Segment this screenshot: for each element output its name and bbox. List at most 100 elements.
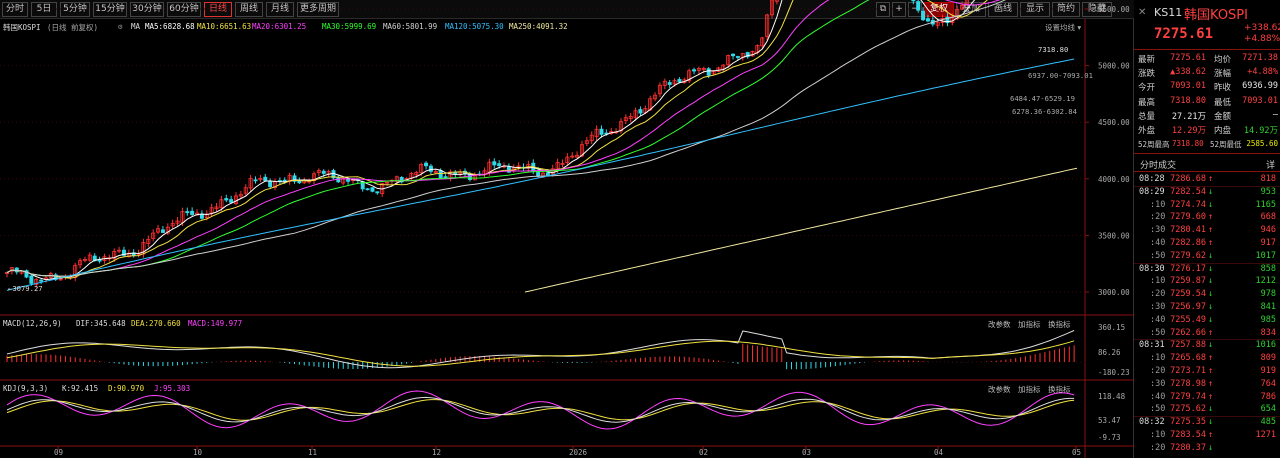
candle-body bbox=[921, 10, 926, 21]
ma-legend-item: MA120:5075.30 bbox=[445, 22, 504, 31]
trade-volume: 841 bbox=[1260, 302, 1276, 312]
quote-label: 52周最高 bbox=[1138, 140, 1170, 149]
quote-label: 今开 bbox=[1138, 83, 1156, 94]
y-tick-label: 5500.00 bbox=[1098, 5, 1130, 14]
candle-body bbox=[375, 191, 380, 194]
candle-body bbox=[667, 82, 672, 85]
trade-row: :10 7265.68 ↑ 809 bbox=[1138, 353, 1280, 365]
y-tick-label: 4000.00 bbox=[1098, 175, 1130, 184]
ma-settings-button[interactable]: 设置均线 ▾ bbox=[1045, 22, 1081, 33]
trade-time: :10 bbox=[1150, 353, 1166, 364]
trade-arrow-icon: ↑ bbox=[1208, 378, 1214, 389]
trade-volume: 818 bbox=[1260, 174, 1276, 184]
range-annotation: 6484.47-6529.19 bbox=[1010, 94, 1075, 103]
trade-time: :30 bbox=[1150, 378, 1166, 389]
trade-time: :10 bbox=[1150, 199, 1166, 210]
ma250-line bbox=[524, 167, 1078, 293]
trade-volume: 764 bbox=[1260, 378, 1276, 389]
candle-body bbox=[599, 128, 604, 135]
trade-arrow-icon: ↓ bbox=[1208, 442, 1214, 453]
quote-price: 7275.61 bbox=[1154, 26, 1214, 42]
candle-body bbox=[282, 179, 287, 182]
quote-label: 最低 bbox=[1214, 97, 1232, 108]
trade-time: :40 bbox=[1150, 238, 1166, 248]
macd-add-indicator-button[interactable]: 加指标 bbox=[1018, 319, 1041, 330]
kdj-y-label: 118.48 bbox=[1098, 392, 1126, 401]
macd-change-params-button[interactable]: 改参数 bbox=[988, 319, 1011, 330]
trade-time: :10 bbox=[1150, 430, 1166, 440]
candle-body bbox=[428, 165, 433, 172]
trade-volume: 1017 bbox=[1255, 250, 1276, 261]
trade-row: :40 7282.86 ↑ 917 bbox=[1138, 238, 1280, 250]
candle-body bbox=[545, 172, 550, 176]
candle-body bbox=[185, 211, 190, 214]
ma-settings-label: 设置均线 bbox=[1045, 23, 1075, 32]
trade-time: :50 bbox=[1150, 250, 1166, 261]
ma-legend-item: MA5:6828.68 bbox=[145, 22, 195, 31]
trade-time: 08:28 bbox=[1139, 174, 1165, 184]
candle-body bbox=[160, 229, 165, 233]
kdj-k: K:92.415 bbox=[62, 384, 99, 393]
trade-time: :30 bbox=[1150, 225, 1166, 236]
quote-label: 最高 bbox=[1138, 97, 1156, 108]
quote-row: 总量 27.21万 金额 — bbox=[1138, 110, 1280, 122]
trade-row: :20 7280.37 ↓ bbox=[1138, 443, 1280, 455]
y-tick-label: 4500.00 bbox=[1098, 118, 1130, 127]
trade-row: :20 7273.71 ↑ 919 bbox=[1138, 366, 1280, 378]
quote-value: 12.29万 bbox=[1171, 126, 1206, 136]
candle-body bbox=[911, 0, 916, 2]
ma30-line bbox=[6, 0, 870, 277]
trade-arrow-icon: ↓ bbox=[1208, 276, 1214, 287]
candle-body bbox=[735, 56, 740, 58]
trade-row: :10 7274.74 ↓ 1165 bbox=[1138, 200, 1280, 212]
trade-volume: 985 bbox=[1260, 314, 1276, 325]
trade-price: 7257.88 bbox=[1170, 340, 1206, 351]
trade-price: 7262.66 bbox=[1170, 327, 1206, 338]
x-tick-label: 10 bbox=[193, 448, 203, 457]
trade-volume: 809 bbox=[1260, 353, 1276, 364]
trade-row: :30 7280.41 ↑ 946 bbox=[1138, 225, 1280, 237]
close-icon[interactable]: ✕ bbox=[1138, 7, 1146, 18]
trade-arrow-icon: ↑ bbox=[1208, 238, 1214, 248]
macd-y-label: -180.23 bbox=[1098, 368, 1130, 377]
settings-gear-icon[interactable]: ⚙ bbox=[118, 22, 123, 31]
trade-time: 08:32 bbox=[1139, 417, 1165, 428]
kdj-change-params-button[interactable]: 改参数 bbox=[988, 384, 1011, 395]
kdj-y-label: 53.47 bbox=[1098, 416, 1121, 425]
quote-change: +338.62 bbox=[1244, 23, 1280, 33]
trading-app: { "periods":[ {"label":"分时","active":fal… bbox=[0, 0, 1280, 458]
trade-volume: 919 bbox=[1260, 366, 1276, 376]
candle-body bbox=[253, 179, 258, 182]
trade-time: :50 bbox=[1150, 327, 1166, 338]
trade-price: 7283.54 bbox=[1170, 430, 1206, 440]
quote-row: 最高 7318.80 最低 7093.01 bbox=[1138, 96, 1280, 108]
trade-volume: 1271 bbox=[1255, 430, 1276, 440]
candle-body bbox=[224, 198, 229, 201]
trade-volume: 1212 bbox=[1255, 276, 1276, 287]
trade-volume: 917 bbox=[1260, 238, 1276, 248]
range-annotation: 6937.00-7093.01 bbox=[1028, 71, 1093, 80]
macd-title: MACD(12,26,9) bbox=[3, 319, 62, 328]
trade-row: :50 7275.62 ↓ 654 bbox=[1138, 404, 1280, 416]
trade-volume: 654 bbox=[1260, 404, 1276, 415]
trade-price: 7275.35 bbox=[1170, 417, 1206, 428]
quote-value: 7318.80 bbox=[1170, 95, 1206, 106]
trade-time: :20 bbox=[1150, 212, 1166, 223]
trade-arrow-icon: ↑ bbox=[1208, 353, 1214, 364]
candle-body bbox=[706, 68, 711, 76]
x-tick-label: 12 bbox=[432, 448, 441, 457]
chart-title: 韩国KOSPI bbox=[3, 23, 41, 32]
quote-value: 7275.61 bbox=[1170, 53, 1206, 63]
macd-y-label: 86.26 bbox=[1098, 348, 1121, 357]
kdj-add-indicator-button[interactable]: 加指标 bbox=[1018, 384, 1041, 395]
trade-time: :20 bbox=[1150, 442, 1166, 453]
kdj-switch-indicator-button[interactable]: 换指标 bbox=[1048, 384, 1071, 395]
kdj-j: J:95.303 bbox=[154, 384, 191, 393]
quote-label: 52周最低 bbox=[1210, 140, 1242, 149]
macd-switch-indicator-button[interactable]: 换指标 bbox=[1048, 319, 1071, 330]
kdj-d: D:90.970 bbox=[108, 384, 145, 393]
trade-time: :50 bbox=[1150, 404, 1166, 415]
trades-detail-button[interactable]: 详 bbox=[1266, 158, 1275, 171]
ma120-line bbox=[6, 58, 1075, 291]
trade-arrow-icon: ↓ bbox=[1208, 340, 1214, 351]
